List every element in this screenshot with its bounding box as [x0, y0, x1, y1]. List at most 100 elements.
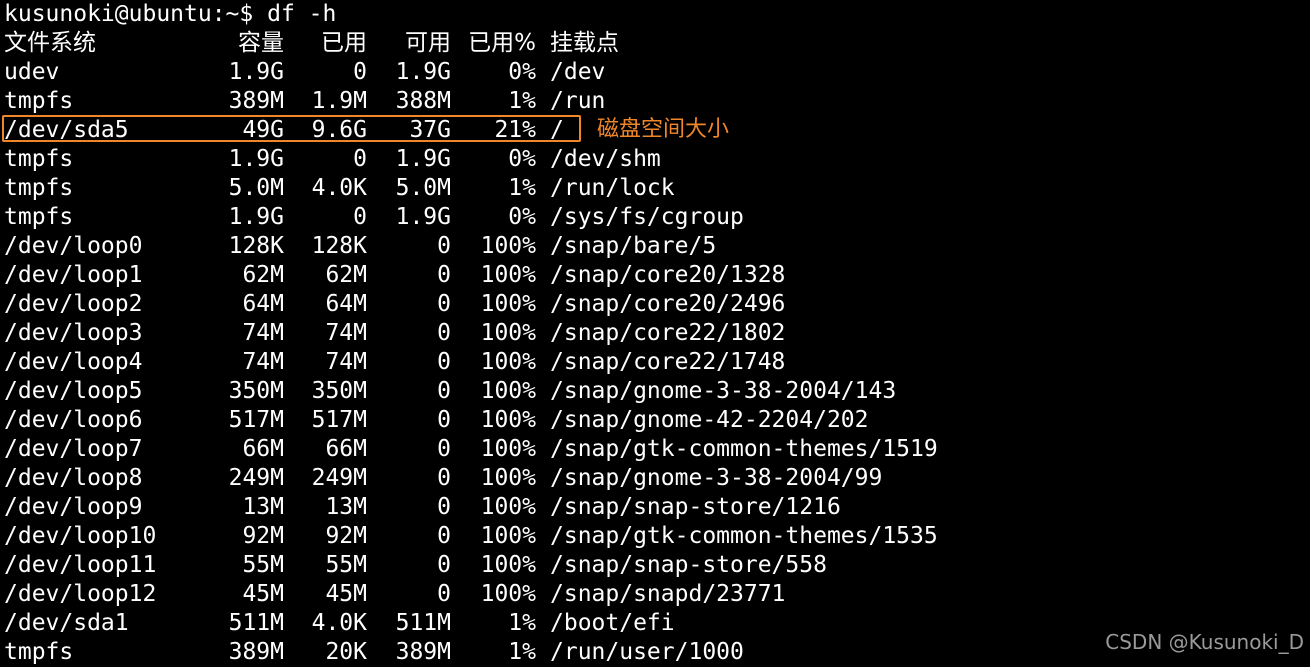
filesystem-cell: /dev/loop2	[4, 291, 143, 317]
table-row: /dev/loop10 92M 92M 0 100% /snap/gtk-common-t…	[4, 522, 1304, 551]
prompt-line: kusunoki@ubuntu:~$ df -h	[4, 0, 1304, 29]
avail-cell: 0	[437, 494, 451, 520]
use-pct-cell: 100%	[480, 494, 536, 520]
avail-cell: 1.9G	[395, 204, 451, 230]
mount-cell: /run	[550, 88, 606, 114]
table-row: tmpfs 1.9G 0 1.9G 0% /sys/fs/cgroup	[4, 203, 1304, 232]
filesystem-cell: udev	[4, 59, 60, 85]
mount-cell: /snap/gtk-common-themes/1535	[550, 523, 938, 549]
use-pct-cell: 1%	[508, 175, 536, 201]
avail-cell: 388M	[395, 88, 451, 114]
df-output-rows: udev 1.9G 0 1.9G 0% /dev tmpfs 389M 1.9M 388M 1% /r…	[4, 58, 1304, 667]
mount-cell: /run/user/1000	[550, 639, 744, 665]
used-cell: 350M	[311, 378, 367, 404]
used-cell: 13M	[325, 494, 367, 520]
used-cell: 249M	[311, 465, 367, 491]
used-cell: 0	[353, 59, 367, 85]
size-cell: 350M	[228, 378, 284, 404]
filesystem-cell: /dev/loop6	[4, 407, 143, 433]
filesystem-cell: /dev/loop5	[4, 378, 143, 404]
use-pct-cell: 100%	[480, 378, 536, 404]
table-row: /dev/loop12 45M 45M 0 100% /snap/snapd/23771	[4, 580, 1304, 609]
header-filesystem: 文件系统	[4, 30, 96, 56]
size-cell: 249M	[228, 465, 284, 491]
filesystem-cell: tmpfs	[4, 639, 74, 665]
avail-cell: 0	[437, 349, 451, 375]
table-row: /dev/loop3 74M 74M 0 100% /snap/core22/1802	[4, 319, 1304, 348]
used-cell: 128K	[311, 233, 367, 259]
size-cell: 45M	[242, 581, 284, 607]
use-pct-cell: 100%	[480, 291, 536, 317]
size-cell: 64M	[242, 291, 284, 317]
size-cell: 92M	[242, 523, 284, 549]
used-cell: 74M	[325, 320, 367, 346]
used-cell: 1.9M	[311, 88, 367, 114]
avail-cell: 0	[437, 233, 451, 259]
avail-cell: 0	[437, 581, 451, 607]
mount-cell: /snap/core22/1748	[550, 349, 786, 375]
used-cell: 4.0K	[311, 610, 367, 636]
avail-cell: 1.9G	[395, 59, 451, 85]
filesystem-cell: /dev/loop3	[4, 320, 143, 346]
filesystem-cell: /dev/loop11	[4, 552, 157, 578]
mount-cell: /snap/core20/1328	[550, 262, 786, 288]
used-cell: 0	[353, 204, 367, 230]
used-cell: 55M	[325, 552, 367, 578]
table-row: /dev/loop7 66M 66M 0 100% /snap/gtk-common-th…	[4, 435, 1304, 464]
use-pct-cell: 100%	[480, 523, 536, 549]
table-row: /dev/loop0 128K 128K 0 100% /snap/bare/5	[4, 232, 1304, 261]
header-used: 已用	[321, 30, 367, 56]
size-cell: 66M	[242, 436, 284, 462]
table-header: 文件系统 容量 已用 可用 已用% 挂载点	[4, 29, 1304, 58]
size-cell: 389M	[228, 639, 284, 665]
table-row: tmpfs 1.9G 0 1.9G 0% /dev/shm	[4, 145, 1304, 174]
mount-cell: /snap/gnome-3-38-2004/143	[550, 378, 897, 404]
use-pct-cell: 100%	[480, 552, 536, 578]
mount-cell: /snap/gnome-42-2204/202	[550, 407, 869, 433]
filesystem-cell: /dev/loop7	[4, 436, 143, 462]
filesystem-cell: tmpfs	[4, 88, 74, 114]
use-pct-cell: 100%	[480, 581, 536, 607]
use-pct-cell: 100%	[480, 349, 536, 375]
size-cell: 511M	[228, 610, 284, 636]
annotation-label: 磁盘空间大小	[597, 117, 730, 142]
table-row: /dev/loop11 55M 55M 0 100% /snap/snap-store/5…	[4, 551, 1304, 580]
table-row: /dev/loop6 517M 517M 0 100% /snap/gnome-42-22…	[4, 406, 1304, 435]
mount-cell: /boot/efi	[550, 610, 675, 636]
use-pct-cell: 1%	[508, 639, 536, 665]
used-cell: 20K	[325, 639, 367, 665]
filesystem-cell: /dev/loop12	[4, 581, 157, 607]
watermark: CSDN @Kusunoki_D	[1105, 630, 1304, 654]
header-use-pct: 已用%	[468, 30, 536, 56]
mount-cell: /sys/fs/cgroup	[550, 204, 744, 230]
mount-cell: /snap/bare/5	[550, 233, 717, 259]
avail-cell: 0	[437, 523, 451, 549]
table-row: /dev/loop5 350M 350M 0 100% /snap/gnome-3-38-…	[4, 377, 1304, 406]
filesystem-cell: /dev/loop9	[4, 494, 143, 520]
table-row: /dev/loop1 62M 62M 0 100% /snap/core20/1328	[4, 261, 1304, 290]
use-pct-cell: 100%	[480, 436, 536, 462]
size-cell: 1.9G	[228, 204, 284, 230]
avail-cell: 0	[437, 407, 451, 433]
mount-cell: /snap/gnome-3-38-2004/99	[550, 465, 883, 491]
size-cell: 5.0M	[228, 175, 284, 201]
prompt-text: kusunoki@ubuntu:~$ df -h	[4, 1, 337, 27]
terminal-window[interactable]: kusunoki@ubuntu:~$ df -h 文件系统 容量 已用 可用 已…	[4, 0, 1304, 667]
avail-cell: 0	[437, 378, 451, 404]
mount-cell: /dev	[550, 59, 606, 85]
filesystem-cell: /dev/loop0	[4, 233, 143, 259]
table-row: udev 1.9G 0 1.9G 0% /dev	[4, 58, 1304, 87]
mount-cell: /run/lock	[550, 175, 675, 201]
mount-cell: /snap/snapd/23771	[550, 581, 786, 607]
avail-cell: 5.0M	[395, 175, 451, 201]
table-row: /dev/loop9 13M 13M 0 100% /snap/snap-store/12…	[4, 493, 1304, 522]
header-mounted-on: 挂载点	[550, 30, 619, 56]
used-cell: 64M	[325, 291, 367, 317]
size-cell: 13M	[242, 494, 284, 520]
use-pct-cell: 100%	[480, 233, 536, 259]
table-row: /dev/loop2 64M 64M 0 100% /snap/core20/2496	[4, 290, 1304, 319]
header-size: 容量	[238, 30, 284, 56]
used-cell: 62M	[325, 262, 367, 288]
size-cell: 1.9G	[228, 146, 284, 172]
table-row: tmpfs 389M 1.9M 388M 1% /run	[4, 87, 1304, 116]
